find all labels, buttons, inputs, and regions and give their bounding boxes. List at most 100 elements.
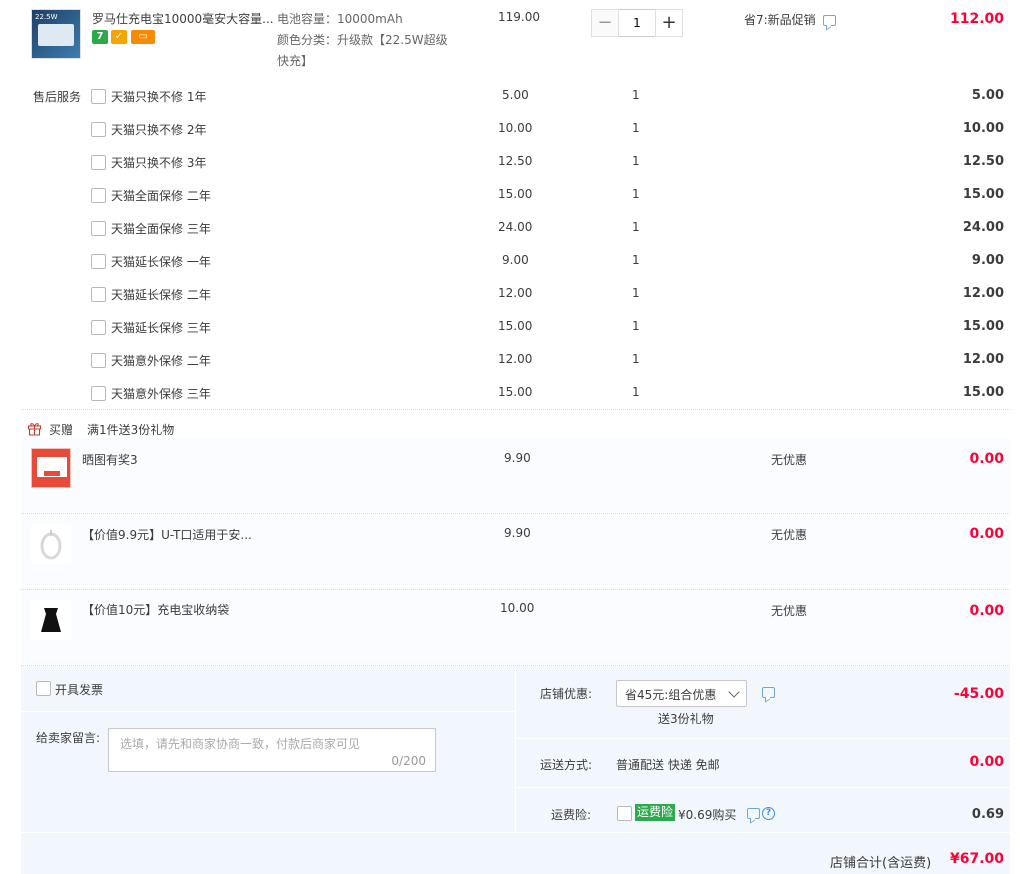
- decrease-button[interactable]: −: [591, 9, 619, 37]
- service-checkbox[interactable]: [91, 155, 106, 170]
- spec-color-line2: 快充】: [277, 54, 314, 68]
- service-name[interactable]: 天猫只换不修 3年: [111, 154, 206, 171]
- service-name[interactable]: 天猫全面保修 三年: [111, 220, 211, 237]
- invoice-checkbox[interactable]: [36, 681, 51, 696]
- service-checkbox[interactable]: [91, 188, 106, 203]
- insurance-price: ¥0.69购买: [678, 808, 737, 822]
- shop-discount-sub: 送3份礼物: [658, 712, 714, 726]
- service-name[interactable]: 天猫全面保修 二年: [111, 187, 211, 204]
- gift-discount: 无优惠: [771, 604, 808, 618]
- gift-name[interactable]: 晒图有奖3: [82, 451, 138, 468]
- insurance-tag: 运费险: [635, 804, 676, 821]
- service-total: 9.00: [971, 253, 1004, 268]
- product-title[interactable]: 罗马仕充电宝10000毫安大容量...: [92, 10, 274, 27]
- gift-thumbnail-pouch[interactable]: [31, 600, 71, 640]
- service-price: 12.00: [498, 286, 533, 300]
- service-total: 15.00: [962, 319, 1004, 334]
- spec-capacity: 电池容量：10000mAh: [277, 12, 403, 26]
- gift-name[interactable]: 【价值10元】充电宝收纳袋: [82, 601, 229, 618]
- shop-discount-selected: 省45元:组合优惠: [625, 688, 717, 702]
- service-price: 12.00: [498, 352, 533, 366]
- help-icon[interactable]: ?: [762, 807, 775, 820]
- service-checkbox[interactable]: [91, 221, 106, 236]
- chat-icon[interactable]: [762, 687, 775, 698]
- panel-divider: [516, 787, 1010, 788]
- gift-discount: 无优惠: [771, 528, 808, 542]
- gift-name[interactable]: 【价值9.9元】U-T口适用于安...: [82, 526, 252, 543]
- service-name[interactable]: 天猫只换不修 1年: [111, 88, 206, 105]
- service-price: 10.00: [498, 121, 533, 135]
- chat-icon[interactable]: [747, 808, 760, 819]
- gift-price: 9.90: [504, 451, 531, 465]
- service-price: 15.00: [498, 187, 533, 201]
- service-checkbox[interactable]: [91, 287, 106, 302]
- quantity-input[interactable]: [619, 9, 655, 37]
- gift-icon: [27, 421, 42, 436]
- message-field[interactable]: 选填，请先和商家协商一致，付款后商家可见 0/200: [108, 728, 436, 772]
- service-name[interactable]: 天猫延长保修 三年: [111, 319, 211, 336]
- service-total: 15.00: [962, 385, 1004, 400]
- divider: [21, 513, 1010, 514]
- service-name[interactable]: 天猫延长保修 二年: [111, 286, 211, 303]
- panel-divider: [21, 711, 515, 712]
- service-price: 5.00: [502, 88, 529, 102]
- service-name[interactable]: 天猫意外保修 三年: [111, 385, 211, 402]
- gift-total: 0.00: [969, 451, 1004, 467]
- message-label: 给卖家留言:: [36, 731, 101, 745]
- service-checkbox[interactable]: [91, 353, 106, 368]
- unit-price: 119.00: [498, 10, 540, 24]
- gift-row-bg: [21, 438, 1010, 513]
- quantity-stepper[interactable]: − +: [591, 9, 683, 37]
- service-price: 12.50: [498, 154, 533, 168]
- service-checkbox[interactable]: [91, 386, 106, 401]
- shipping-label: 运送方式:: [540, 758, 593, 772]
- insurance-checkbox[interactable]: [617, 806, 632, 821]
- seven-day-return-icon: 7: [92, 30, 108, 44]
- service-price: 15.00: [498, 319, 533, 333]
- divider: [21, 409, 1010, 410]
- service-price: 15.00: [498, 385, 533, 399]
- spec-color-line1: 颜色分类：升级款【22.5W超级: [277, 33, 448, 47]
- service-checkbox[interactable]: [91, 122, 106, 137]
- service-name[interactable]: 天猫延长保修 一年: [111, 253, 211, 270]
- message-placeholder: 选填，请先和商家协商一致，付款后商家可见: [120, 737, 361, 751]
- card-icon: ▭: [131, 30, 155, 44]
- gift-thumbnail-photo-prize[interactable]: [31, 448, 71, 488]
- shop-discount-select[interactable]: 省45元:组合优惠: [616, 680, 747, 707]
- service-total: 24.00: [962, 220, 1004, 235]
- insurance-amount: 0.69: [971, 807, 1004, 822]
- service-qty: 1: [632, 385, 640, 399]
- shield-icon: ✓: [111, 30, 127, 44]
- gift-header-desc: 满1件送3份礼物: [87, 423, 175, 437]
- service-checkbox[interactable]: [91, 89, 106, 104]
- service-qty: 1: [632, 187, 640, 201]
- panel-divider: [516, 738, 1010, 739]
- service-total: 12.00: [962, 286, 1004, 301]
- product-thumbnail[interactable]: 22.5W: [31, 9, 81, 59]
- gift-total: 0.00: [969, 526, 1004, 542]
- gift-header-label: 买赠: [49, 423, 74, 437]
- invoice-label[interactable]: 开具发票: [55, 681, 103, 698]
- increase-button[interactable]: +: [655, 9, 683, 37]
- gift-total: 0.00: [969, 603, 1004, 619]
- gift-thumbnail-cable[interactable]: [31, 524, 71, 564]
- after-sales-label: 售后服务: [33, 90, 82, 104]
- product-subtotal: 112.00: [949, 11, 1004, 27]
- service-checkbox[interactable]: [91, 254, 106, 269]
- gift-price: 10.00: [500, 601, 535, 615]
- message-char-count: 0/200: [391, 754, 426, 768]
- divider: [21, 589, 1010, 590]
- service-checkbox[interactable]: [91, 320, 106, 335]
- service-name[interactable]: 天猫意外保修 二年: [111, 352, 211, 369]
- insurance-label: 运费险:: [551, 808, 592, 822]
- chat-icon[interactable]: [823, 15, 836, 26]
- gift-price: 9.90: [504, 526, 531, 540]
- gift-discount: 无优惠: [771, 453, 808, 467]
- service-qty: 1: [632, 286, 640, 300]
- shop-discount-label: 店铺优惠:: [540, 687, 593, 701]
- shipping-amount: 0.00: [969, 754, 1004, 770]
- promo-text: 省7:新品促销: [744, 13, 816, 27]
- service-name[interactable]: 天猫只换不修 2年: [111, 121, 206, 138]
- service-qty: 1: [632, 154, 640, 168]
- service-total: 10.00: [962, 121, 1004, 136]
